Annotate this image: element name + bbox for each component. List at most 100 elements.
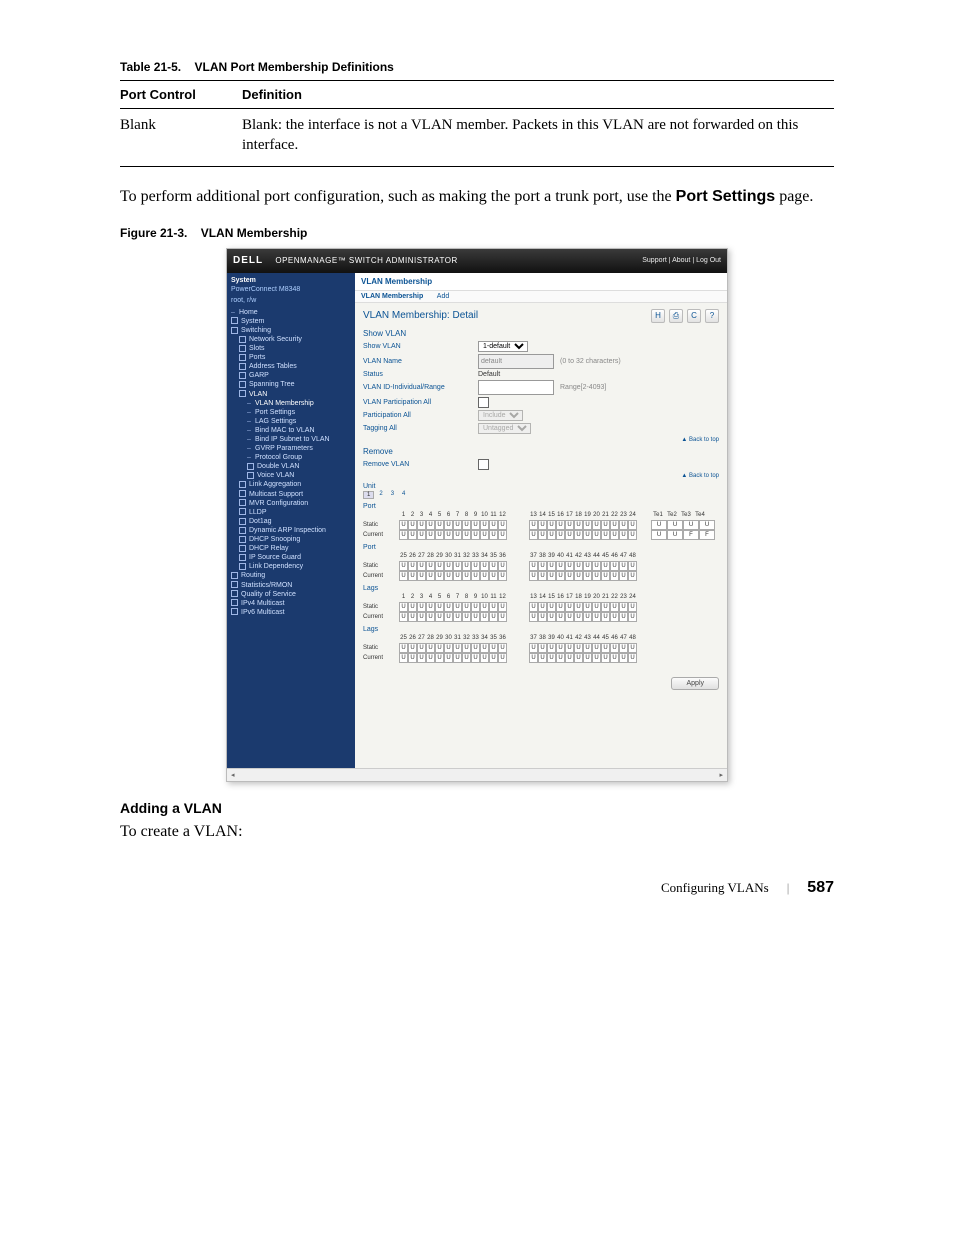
body-text-post: page. [775, 188, 813, 205]
select-tagging-all: Untagged [478, 423, 531, 434]
nav-item-bind-ip[interactable]: Bind IP Subnet to VLAN [231, 435, 351, 444]
back-to-top-link-2[interactable]: ▲ Back to top [363, 473, 719, 479]
port-cells[interactable]: UUUUUUUUUUUU [529, 561, 637, 571]
scroll-left-icon[interactable]: ◂ [231, 771, 235, 779]
nav-item-ports[interactable]: Ports [231, 353, 351, 362]
tab-add[interactable]: Add [437, 293, 449, 300]
nav-item-address-tables[interactable]: Address Tables [231, 362, 351, 371]
unit-tab-2[interactable]: 2 [376, 491, 385, 499]
print-icon[interactable]: ⎙ [669, 309, 683, 323]
port-cells[interactable]: UUUUUUUUUUUU [399, 561, 507, 571]
input-vlan-id[interactable] [478, 380, 554, 395]
nav-item-double-vlan[interactable]: Double VLAN [231, 462, 351, 471]
header-links[interactable]: Support | About | Log Out [642, 257, 721, 264]
nav-item-ipv4-multicast[interactable]: IPv4 Multicast [231, 599, 351, 608]
lag-cells[interactable]: UUUUUUUUUUUU [529, 612, 637, 622]
nav-item-qos[interactable]: Quality of Service [231, 590, 351, 599]
port-row-static-2: Static UUUUUUUUUUUU UUUUUUUUUUUU [363, 561, 719, 571]
save-icon[interactable]: H [651, 309, 665, 323]
unit-tab-1[interactable]: 1 [363, 491, 374, 499]
unit-label: Unit [363, 483, 719, 490]
port-cells[interactable]: UUUUUUUUUUUU [399, 571, 507, 581]
nav-item-dot1ag[interactable]: Dot1ag [231, 517, 351, 526]
nav-item-voice-vlan[interactable]: Voice VLAN [231, 471, 351, 480]
lag-numbers-b: 131415161718192021222324 [529, 593, 637, 602]
port-cells[interactable]: UUUUUUUUUUUU [399, 530, 507, 540]
unit-section: Unit 1 2 3 4 [363, 483, 719, 499]
nav-item-dynamic-arp[interactable]: Dynamic ARP Inspection [231, 526, 351, 535]
nav-tree[interactable]: System PowerConnect M8348 root, r/w Home… [227, 273, 355, 768]
help-icon[interactable]: ? [705, 309, 719, 323]
nav-item-statistics[interactable]: Statistics/RMON [231, 581, 351, 590]
nav-item-spanning-tree[interactable]: Spanning Tree [231, 380, 351, 389]
lag-header-row-1: 123456789101112 131415161718192021222324 [363, 593, 719, 602]
label-participation-all: Participation All [363, 412, 478, 419]
scroll-right-icon[interactable]: ▸ [719, 771, 723, 779]
nav-item-dhcp-snooping[interactable]: DHCP Snooping [231, 535, 351, 544]
definitions-table: Port Control Definition Blank Blank: the… [120, 80, 834, 167]
nav-item-vlan[interactable]: VLAN [231, 390, 351, 399]
port-cells[interactable]: UUUUUUUUUUUU [529, 571, 637, 581]
lag-cells[interactable]: UUUUUUUUUUUU [399, 653, 507, 663]
nav-item-slots[interactable]: Slots [231, 344, 351, 353]
lag-cells[interactable]: UUUUUUUUUUUU [399, 602, 507, 612]
row-label-static: Static [363, 522, 391, 528]
checkbox-remove-vlan[interactable] [478, 459, 489, 470]
nav-item-switching[interactable]: Switching [231, 326, 351, 335]
figure-caption-number: Figure 21-3. [120, 226, 187, 240]
nav-item-lldp[interactable]: LLDP [231, 508, 351, 517]
nav-item-mvr-config[interactable]: MVR Configuration [231, 499, 351, 508]
port-row-static-1: Static UUUUUUUUUUUU UUUUUUUUUUUU UUUU [363, 520, 719, 530]
lag-block-2: Lags 252627282930313233343536 3738394041… [363, 626, 719, 663]
nav-item-network-security[interactable]: Network Security [231, 335, 351, 344]
nav-item-home[interactable]: Home [231, 308, 351, 317]
nav-item-protocol-group[interactable]: Protocol Group [231, 453, 351, 462]
breadcrumb: VLAN Membership [355, 273, 727, 291]
nav-item-lag-settings[interactable]: LAG Settings [231, 417, 351, 426]
lag-cells[interactable]: UUUUUUUUUUUU [529, 602, 637, 612]
nav-item-link-dependency[interactable]: Link Dependency [231, 562, 351, 571]
lag-cells[interactable]: UUUUUUUUUUUU [529, 643, 637, 653]
nav-item-system[interactable]: System [231, 317, 351, 326]
tab-detail[interactable]: VLAN Membership [361, 293, 423, 300]
port-cells[interactable]: UUUUUUUUUUUU [529, 530, 637, 540]
back-to-top-link[interactable]: ▲ Back to top [363, 437, 719, 443]
row-status: Status Default [363, 370, 719, 379]
nav-item-port-settings[interactable]: Port Settings [231, 408, 351, 417]
unit-tab-4[interactable]: 4 [399, 491, 408, 499]
apply-button[interactable]: Apply [671, 677, 719, 690]
table-caption: Table 21-5. VLAN Port Membership Definit… [120, 60, 834, 74]
lag-cells[interactable]: UUUUUUUUUUUU [399, 612, 507, 622]
lag-numbers-d: 373839404142434445464748 [529, 634, 637, 643]
port-cells[interactable]: UUUUUUUUUUUU [529, 520, 637, 530]
row-label-current: Current [363, 573, 391, 579]
nav-item-vlan-membership[interactable]: VLAN Membership [231, 399, 351, 408]
te-block: Te1Te2Te3Te4 [651, 511, 707, 520]
refresh-icon[interactable]: C [687, 309, 701, 323]
te-cells[interactable]: UUFF [651, 530, 715, 540]
scrollbar[interactable]: ◂ ▸ [227, 768, 727, 781]
port-header-row-2: 252627282930313233343536 373839404142434… [363, 552, 719, 561]
nav-item-gvrp-params[interactable]: GVRP Parameters [231, 444, 351, 453]
nav-item-routing[interactable]: Routing [231, 571, 351, 580]
row-participation-all-flag: VLAN Participation All [363, 396, 719, 409]
nav-item-dhcp-relay[interactable]: DHCP Relay [231, 544, 351, 553]
te-cells[interactable]: UUUU [651, 520, 715, 530]
checkbox-participation-all[interactable] [478, 397, 489, 408]
nav-item-garp[interactable]: GARP [231, 371, 351, 380]
lag-label-1: Lags [363, 585, 719, 592]
table-cell-port-control: Blank [120, 109, 242, 167]
nav-item-ip-source-guard[interactable]: IP Source Guard [231, 553, 351, 562]
lag-cells[interactable]: UUUUUUUUUUUU [529, 653, 637, 663]
subsection-intro: To create a VLAN: [120, 820, 834, 843]
lag-cells[interactable]: UUUUUUUUUUUU [399, 643, 507, 653]
port-cells[interactable]: UUUUUUUUUUUU [399, 520, 507, 530]
body-text-emphasis: Port Settings [676, 188, 776, 205]
select-show-vlan[interactable]: 1-default [478, 341, 528, 352]
page-footer: Configuring VLANs | 587 [120, 879, 834, 897]
unit-tab-3[interactable]: 3 [388, 491, 397, 499]
nav-item-bind-mac[interactable]: Bind MAC to VLAN [231, 426, 351, 435]
nav-item-ipv6-multicast[interactable]: IPv6 Multicast [231, 608, 351, 617]
nav-item-link-aggregation[interactable]: Link Aggregation [231, 480, 351, 489]
nav-item-multicast-support[interactable]: Multicast Support [231, 490, 351, 499]
